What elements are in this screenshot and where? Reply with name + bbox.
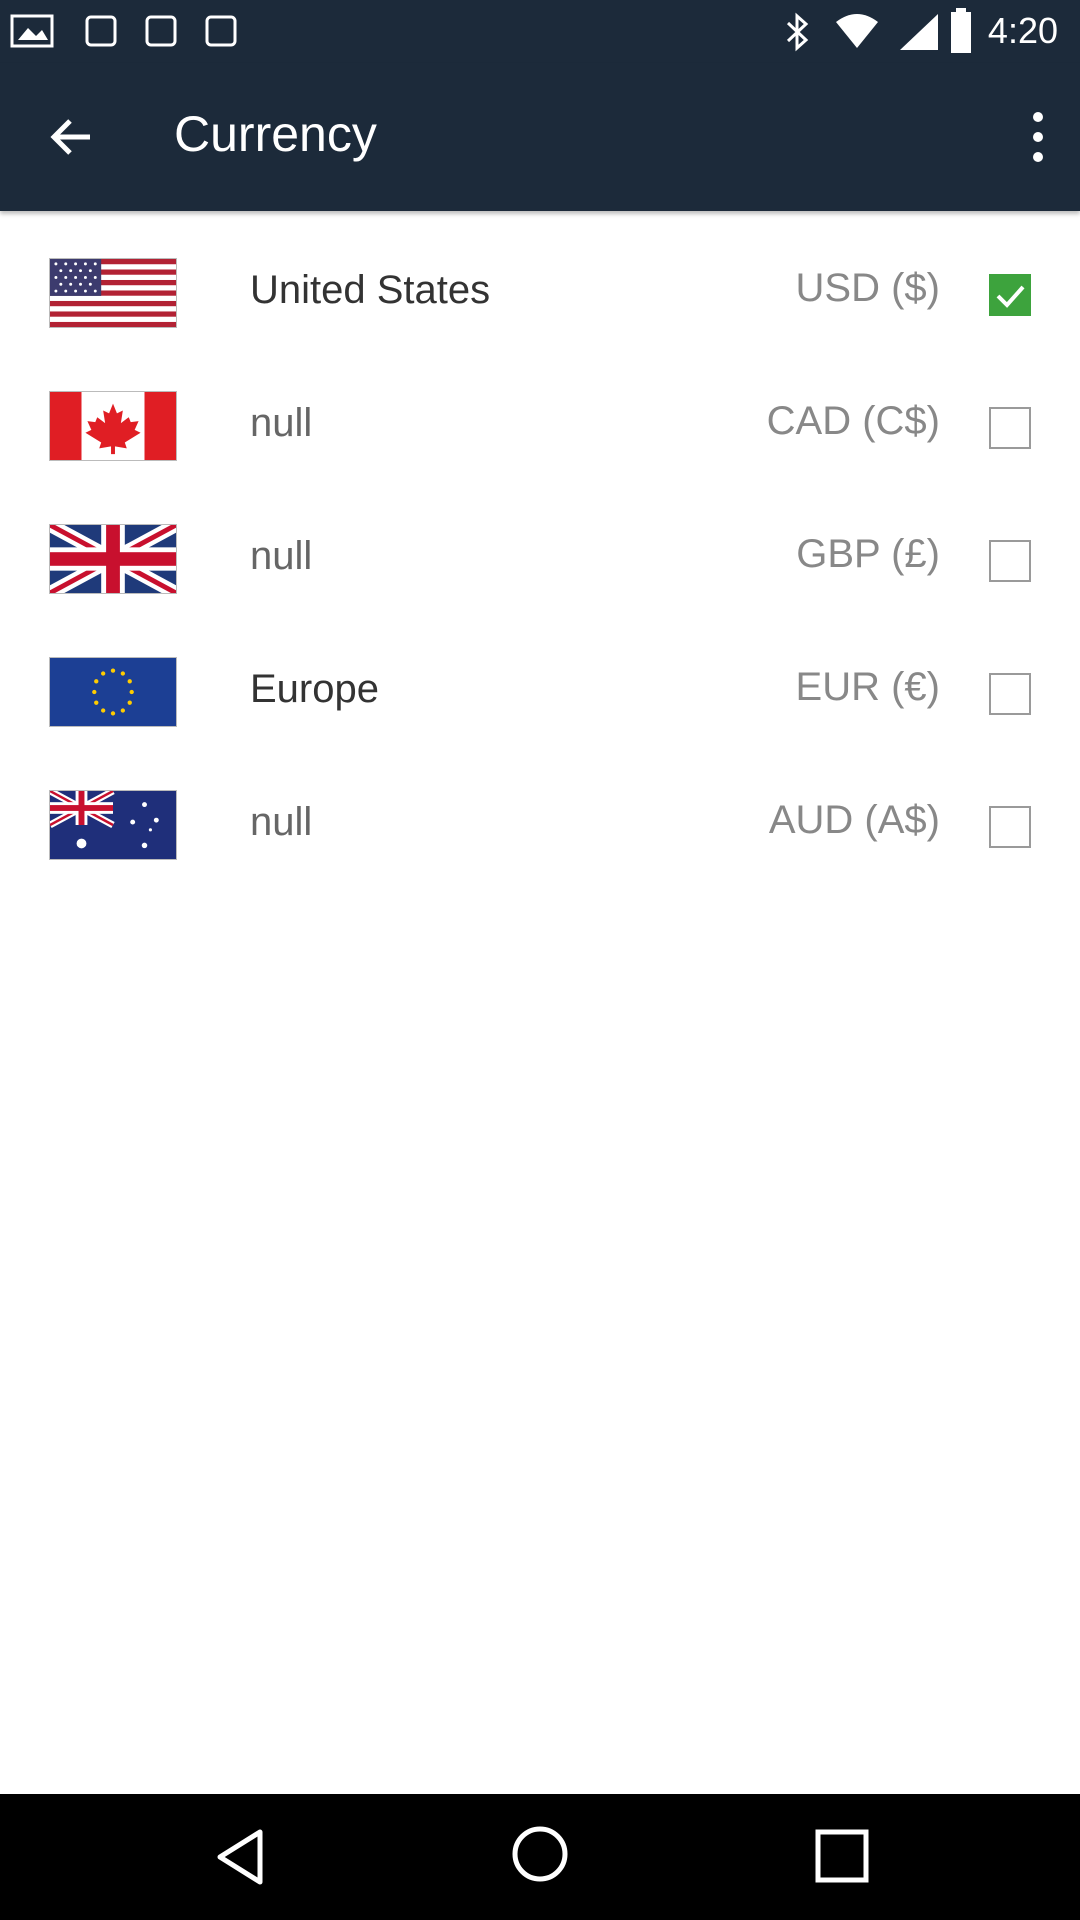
currency-row-usd[interactable]: United States USD ($) bbox=[0, 228, 1080, 361]
us-flag-icon bbox=[49, 258, 177, 328]
eu-flag-icon bbox=[49, 657, 177, 727]
currency-row-eur[interactable]: Europe EUR (€) bbox=[0, 627, 1080, 760]
currency-checkbox[interactable] bbox=[989, 540, 1031, 582]
currency-checkbox[interactable] bbox=[989, 806, 1031, 848]
currency-code: GBP (£) bbox=[796, 532, 940, 576]
currency-checkbox[interactable] bbox=[989, 407, 1031, 449]
wifi-icon bbox=[836, 14, 878, 48]
bluetooth-icon bbox=[786, 12, 809, 52]
arrow-back-icon[interactable] bbox=[44, 109, 100, 165]
currency-code: USD ($) bbox=[795, 266, 940, 310]
navigation-bar bbox=[0, 1794, 1080, 1920]
more-vert-icon[interactable] bbox=[1018, 107, 1058, 167]
page-title: Currency bbox=[174, 106, 377, 162]
country-name: null bbox=[250, 800, 313, 844]
image-notif-icon bbox=[10, 14, 54, 48]
currency-code: AUD (A$) bbox=[768, 798, 940, 842]
country-name: null bbox=[250, 534, 313, 578]
status-time: 4:20 bbox=[987, 10, 1058, 51]
country-name: United States bbox=[250, 268, 491, 312]
currency-row-gbp[interactable]: null GBP (£) bbox=[0, 494, 1080, 627]
notif-icon bbox=[145, 15, 177, 47]
currency-row-cad[interactable]: null CAD (C$) bbox=[0, 361, 1080, 494]
battery-icon bbox=[951, 8, 971, 53]
currency-code: CAD (C$) bbox=[766, 399, 940, 443]
nav-back-icon[interactable] bbox=[208, 1824, 274, 1890]
app-bar: Currency bbox=[0, 63, 1080, 211]
status-bar: 4:20 bbox=[0, 0, 1080, 63]
australia-flag-icon bbox=[49, 790, 177, 860]
currency-list: United States USD ($) null CAD (C$) null… bbox=[0, 228, 1080, 893]
currency-code: EUR (€) bbox=[795, 665, 940, 709]
currency-checkbox[interactable] bbox=[989, 274, 1031, 316]
canada-flag-icon bbox=[49, 391, 177, 461]
nav-home-icon[interactable] bbox=[510, 1824, 570, 1884]
nav-recents-icon[interactable] bbox=[812, 1826, 872, 1886]
currency-row-aud[interactable]: null AUD (A$) bbox=[0, 760, 1080, 893]
currency-checkbox[interactable] bbox=[989, 673, 1031, 715]
uk-flag-icon bbox=[49, 524, 177, 594]
country-name: Europe bbox=[250, 667, 379, 711]
signal-icon bbox=[900, 14, 938, 50]
notif-icon bbox=[205, 15, 237, 47]
check-icon bbox=[996, 285, 1025, 308]
notif-icon bbox=[85, 15, 117, 47]
country-name: null bbox=[250, 401, 313, 445]
